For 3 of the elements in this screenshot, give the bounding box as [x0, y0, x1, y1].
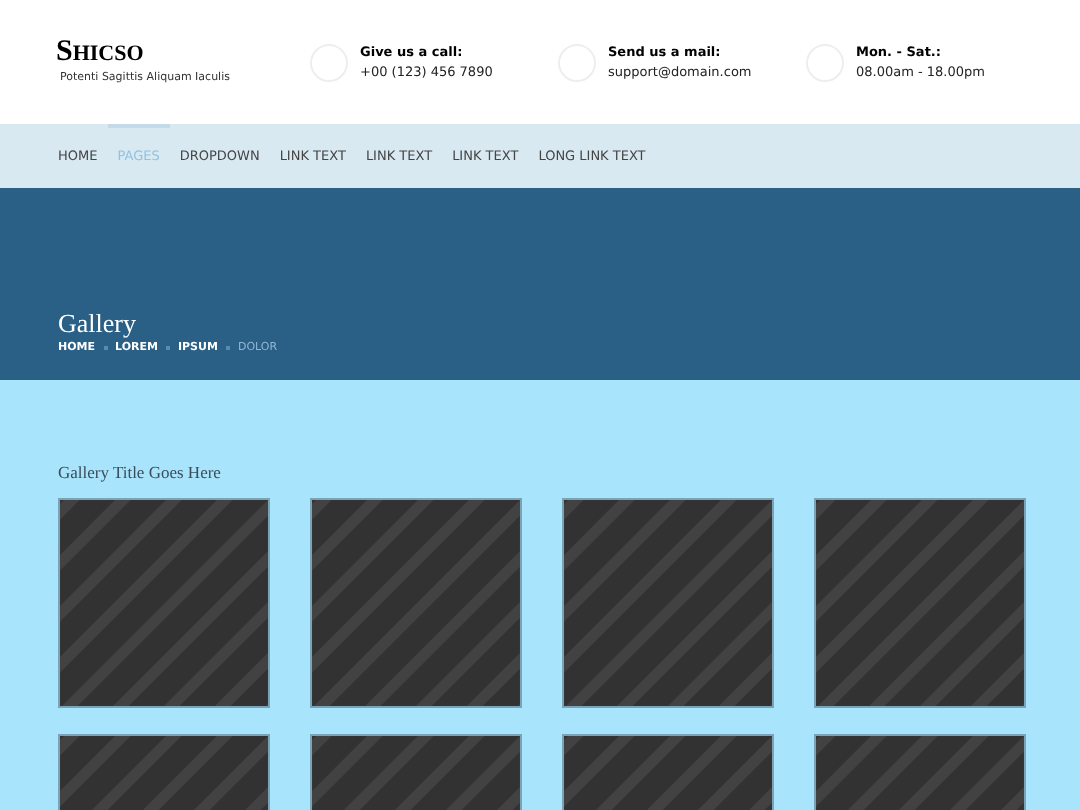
gallery-title: Gallery Title Goes Here: [58, 460, 221, 484]
page-title: Gallery: [58, 308, 136, 338]
logo[interactable]: SHICSO: [56, 38, 144, 70]
